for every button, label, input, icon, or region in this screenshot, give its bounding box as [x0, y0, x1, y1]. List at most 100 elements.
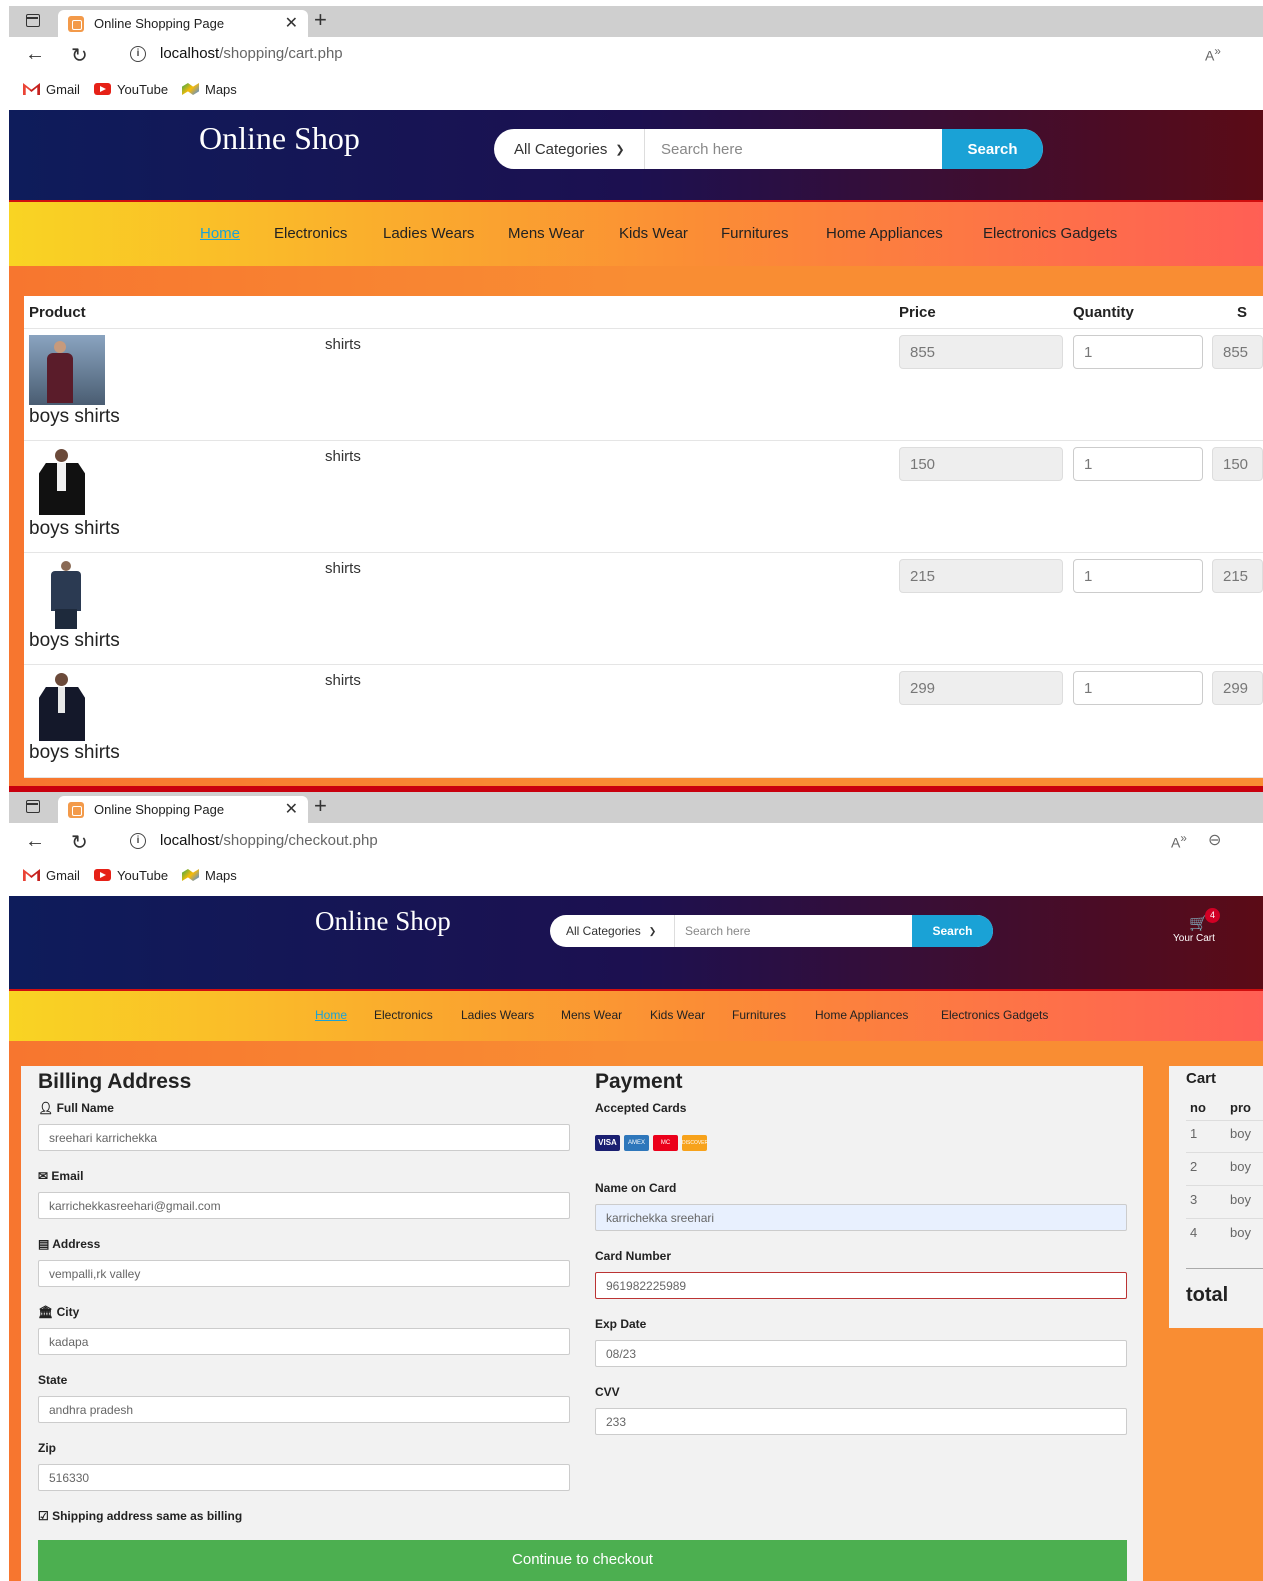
xampp-favicon-icon [68, 16, 84, 32]
tab-title: Online Shopping Page [94, 802, 225, 817]
zip-field[interactable]: 516330 [38, 1464, 570, 1491]
address-card-icon: ▤ [38, 1237, 53, 1251]
new-tab-icon[interactable]: + [314, 7, 327, 33]
cvv-label: CVV [595, 1385, 620, 1399]
window-menu-icon[interactable] [26, 800, 40, 813]
name-on-card-field[interactable]: karrichekka sreehari [595, 1204, 1127, 1231]
quantity-input[interactable]: 1 [1073, 335, 1203, 369]
table-row: boys shirts shirts 215 1 215 [24, 552, 1263, 664]
menu-electronics-gadgets[interactable]: Electronics Gadgets [941, 1008, 1048, 1022]
product-image[interactable] [29, 447, 105, 517]
menu-electronics[interactable]: Electronics [374, 1008, 433, 1022]
full-name-field[interactable]: sreehari karrichekka [38, 1124, 570, 1151]
product-category: shirts [325, 336, 361, 353]
product-image[interactable] [29, 335, 105, 405]
window-menu-icon[interactable] [26, 14, 40, 27]
city-field[interactable]: kadapa [38, 1328, 570, 1355]
quantity-input[interactable]: 1 [1073, 671, 1203, 705]
close-tab-icon[interactable]: ✕ [285, 13, 298, 33]
cart-link[interactable]: 🛒 4 Your Cart [1169, 908, 1229, 950]
product-image[interactable] [29, 559, 105, 629]
menu-furnitures[interactable]: Furnitures [721, 225, 789, 242]
product-category: shirts [325, 560, 361, 577]
card-number-label: Card Number [595, 1249, 672, 1263]
quantity-input[interactable]: 1 [1073, 447, 1203, 481]
menu-kids-wear[interactable]: Kids Wear [650, 1008, 705, 1022]
email-field[interactable]: karrichekkasreehari@gmail.com [38, 1192, 570, 1219]
url-field[interactable]: i localhost/shopping/cart.php [110, 39, 1260, 69]
read-aloud-icon[interactable]: A» [1171, 832, 1187, 851]
zoom-icon[interactable]: ⊖ [1208, 830, 1221, 850]
checkbox-checked-icon: ☑ [38, 1509, 53, 1523]
site-info-icon[interactable]: i [130, 833, 146, 849]
menu-furnitures[interactable]: Furnitures [732, 1008, 786, 1022]
card-number-field[interactable]: 961982225989 [595, 1272, 1127, 1299]
same-address-checkbox[interactable]: ☑ Shipping address same as billing [38, 1509, 242, 1523]
continue-to-checkout-button[interactable]: Continue to checkout [38, 1540, 1127, 1581]
exp-date-field[interactable]: 08/23 [595, 1340, 1127, 1367]
cvv-field[interactable]: 233 [595, 1408, 1127, 1435]
new-tab-icon[interactable]: + [314, 793, 327, 819]
reload-icon[interactable]: ↻ [71, 830, 88, 855]
search-input[interactable]: Search here [675, 924, 912, 938]
discover-icon: DISCOVER [682, 1134, 707, 1151]
site-logo[interactable]: Online Shop [199, 120, 360, 157]
url-text: localhost/shopping/checkout.php [160, 832, 378, 849]
bookmark-maps[interactable]: Maps [182, 868, 237, 883]
product-name: boys shirts [29, 630, 120, 651]
url-field[interactable]: i localhost/shopping/checkout.php [110, 826, 1260, 856]
product-image[interactable] [29, 671, 105, 741]
address-field[interactable]: vempalli,rk valley [38, 1260, 570, 1287]
price-field: 150 [899, 447, 1063, 481]
site-logo[interactable]: Online Shop [315, 906, 451, 937]
bookmarks-bar: Gmail YouTube Maps [9, 862, 1263, 892]
table-row: boys shirts shirts 855 1 855 [24, 328, 1263, 440]
menu-home-appliances[interactable]: Home Appliances [815, 1008, 908, 1022]
menu-mens-wear[interactable]: Mens Wear [508, 225, 584, 242]
bookmark-gmail[interactable]: Gmail [23, 868, 80, 883]
product-name: boys shirts [29, 406, 120, 427]
subtotal-field: 855 [1212, 335, 1263, 369]
payment-title: Payment [595, 1070, 683, 1093]
menu-home[interactable]: Home [315, 1008, 347, 1022]
site-info-icon[interactable]: i [130, 46, 146, 62]
tab-strip: Online Shopping Page ✕ + [9, 792, 1263, 823]
state-field[interactable]: andhra pradesh [38, 1396, 570, 1423]
menu-kids-wear[interactable]: Kids Wear [619, 225, 688, 242]
cart-label: Your Cart [1173, 933, 1215, 944]
institution-icon: 🏛︎ [38, 1305, 57, 1319]
back-icon[interactable]: ← [25, 830, 45, 853]
address-bar: ← ↻ i localhost/shopping/cart.php A» [9, 37, 1263, 73]
cart-count-badge: 4 [1205, 908, 1220, 923]
menu-electronics-gadgets[interactable]: Electronics Gadgets [983, 225, 1117, 242]
search-button[interactable]: Search [912, 915, 993, 947]
read-aloud-icon[interactable]: A» [1205, 45, 1221, 64]
col-header-price: Price [899, 304, 936, 321]
bookmark-gmail[interactable]: Gmail [23, 82, 80, 97]
full-name-label: 👤︎ Full Name [38, 1101, 114, 1115]
cart-total-label: total [1186, 1284, 1229, 1306]
bookmark-youtube[interactable]: YouTube [94, 82, 168, 97]
quantity-input[interactable]: 1 [1073, 559, 1203, 593]
menu-ladies-wears[interactable]: Ladies Wears [461, 1008, 534, 1022]
search-input[interactable]: Search here [645, 141, 942, 158]
menu-ladies-wears[interactable]: Ladies Wears [383, 225, 474, 242]
subtotal-field: 299 [1212, 671, 1263, 705]
menu-home[interactable]: Home [200, 225, 240, 242]
menu-mens-wear[interactable]: Mens Wear [561, 1008, 622, 1022]
browser-tab[interactable]: Online Shopping Page ✕ [58, 10, 308, 37]
bookmark-youtube[interactable]: YouTube [94, 868, 168, 883]
browser-tab[interactable]: Online Shopping Page ✕ [58, 796, 308, 823]
menu-electronics[interactable]: Electronics [274, 225, 347, 242]
menu-home-appliances[interactable]: Home Appliances [826, 225, 943, 242]
youtube-icon [94, 869, 111, 881]
category-select[interactable]: All Categories ❯ [494, 129, 645, 169]
close-tab-icon[interactable]: ✕ [285, 799, 298, 819]
reload-icon[interactable]: ↻ [71, 43, 88, 68]
search-button[interactable]: Search [942, 129, 1043, 169]
table-row: boys shirts shirts 299 1 299 [24, 664, 1263, 778]
back-icon[interactable]: ← [25, 43, 45, 66]
category-select[interactable]: All Categories ❯ [550, 915, 675, 947]
cart-summary-title: Cart [1186, 1070, 1217, 1087]
bookmark-maps[interactable]: Maps [182, 82, 237, 97]
